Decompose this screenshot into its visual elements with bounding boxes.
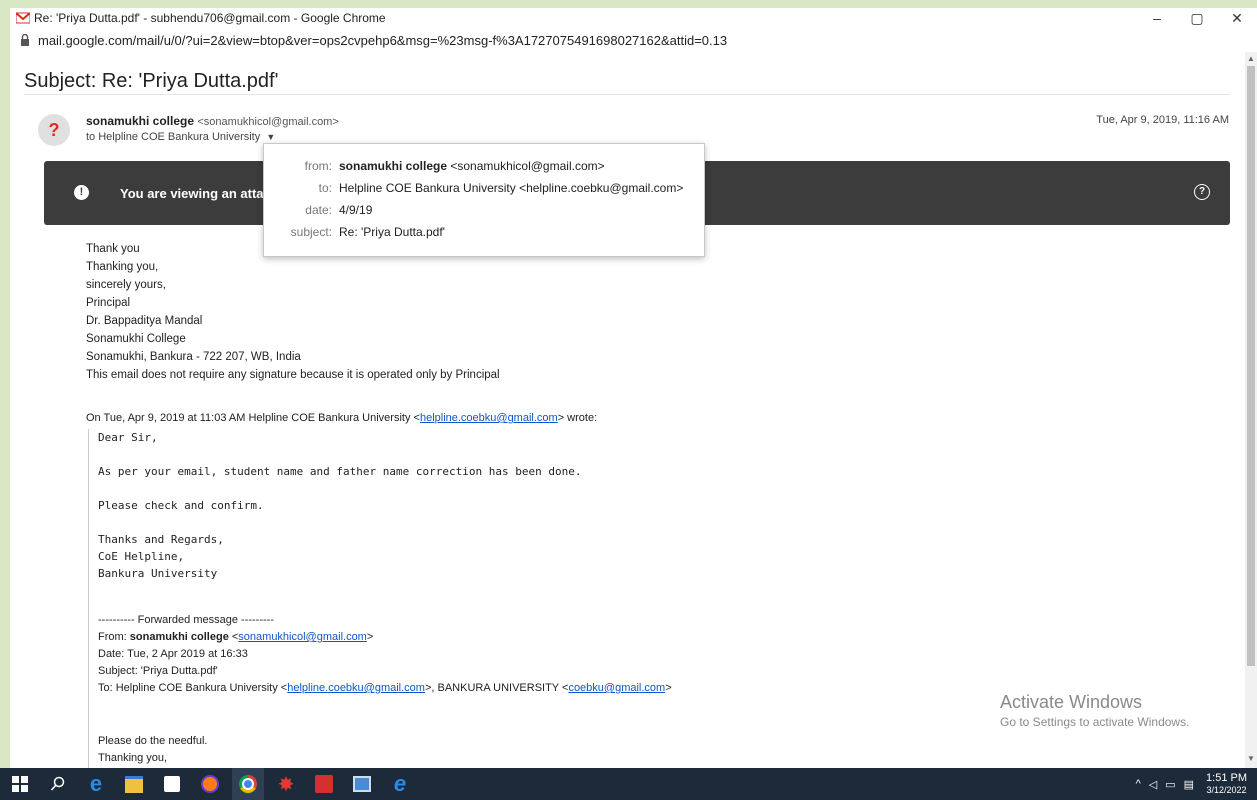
network-icon[interactable]: ▭: [1165, 778, 1175, 791]
popup-subject-value: Re: 'Priya Dutta.pdf': [339, 225, 445, 239]
lock-icon: [21, 34, 29, 46]
vertical-scrollbar[interactable]: ▲ ▼: [1245, 52, 1257, 768]
quote-line: Please check and confirm.: [98, 499, 264, 512]
window-title: Re: 'Priya Dutta.pdf' - subhendu706@gmai…: [34, 11, 386, 25]
forwarded-subject: Subject: 'Priya Dutta.pdf': [98, 665, 218, 677]
chrome-icon[interactable]: [232, 768, 264, 800]
popup-date-label: date:: [305, 203, 332, 217]
recipient-text: to Helpline COE Bankura University: [86, 131, 261, 143]
email-body: Thank you Thanking you, sincerely yours,…: [86, 240, 500, 384]
popup-to-value: Helpline COE Bankura University <helplin…: [339, 181, 684, 195]
scroll-up-icon[interactable]: ▲: [1245, 54, 1257, 66]
firefox-icon[interactable]: [194, 768, 226, 800]
gmail-icon: [16, 12, 30, 24]
maximize-button[interactable]: ▢: [1177, 8, 1217, 28]
quote-sign: Thanks and Regards,: [98, 533, 224, 546]
body-line: Sonamukhi College: [86, 333, 186, 345]
body-line: Thanking you,: [86, 261, 159, 273]
quote-header: On Tue, Apr 9, 2019 at 11:03 AM Helpline…: [86, 412, 598, 424]
acrobat-icon[interactable]: [308, 768, 340, 800]
search-icon[interactable]: [42, 768, 74, 800]
forwarded-date: Date: Tue, 2 Apr 2019 at 16:33: [98, 648, 248, 660]
recipient-toggle[interactable]: to Helpline COE Bankura University ▼: [86, 131, 275, 143]
sender-details-popup: from: sonamukhi college <sonamukhicol@gm…: [263, 143, 705, 257]
url-text[interactable]: mail.google.com/mail/u/0/?ui=2&view=btop…: [38, 33, 727, 48]
speaker-icon[interactable]: ◁: [1149, 778, 1157, 791]
app-window-icon[interactable]: [346, 768, 378, 800]
email-date: Tue, Apr 9, 2019, 11:16 AM: [1096, 114, 1229, 126]
subject-divider: [24, 94, 1230, 95]
forwarded-from-link[interactable]: sonamukhicol@gmail.com: [238, 631, 367, 643]
address-bar[interactable]: mail.google.com/mail/u/0/?ui=2&view=btop…: [10, 28, 1257, 53]
chevron-up-icon[interactable]: ^: [1136, 778, 1141, 790]
quote-sign: CoE Helpline,: [98, 550, 185, 563]
chevron-down-icon[interactable]: ▼: [266, 132, 275, 142]
minimize-button[interactable]: –: [1137, 8, 1177, 28]
body-line: Sonamukhi, Bankura - 722 207, WB, India: [86, 351, 301, 363]
app-starburst-icon[interactable]: ✸: [270, 768, 302, 800]
sender-avatar: ?: [38, 114, 70, 146]
sender-name: sonamukhi college: [86, 114, 195, 128]
clock[interactable]: 1:51 PM 3/12/2022: [1206, 772, 1247, 796]
windows-taskbar: e ✸ e ^ ◁ ▭ ▤ 1:51 PM 3/12/2022: [0, 768, 1257, 800]
email-subject: Subject: Re: 'Priya Dutta.pdf': [24, 70, 279, 92]
quote-email-link[interactable]: helpline.coebku@gmail.com: [420, 412, 558, 424]
internet-explorer-icon[interactable]: e: [384, 768, 416, 800]
store-icon[interactable]: [156, 768, 188, 800]
body-line: Principal: [86, 297, 131, 309]
popup-subject-label: subject:: [290, 225, 332, 239]
body-line: This email does not require any signatur…: [86, 369, 500, 381]
email-view: Subject: Re: 'Priya Dutta.pdf' ? sonamuk…: [10, 52, 1245, 768]
popup-date-value: 4/9/19: [339, 203, 373, 217]
alert-icon: !: [74, 185, 89, 200]
forwarded-to-link-2[interactable]: coebku@gmail.com: [568, 682, 665, 694]
quote-sign: Bankura University: [98, 567, 218, 580]
forwarded-tail: Thanking you,: [98, 752, 168, 764]
system-tray: ^ ◁ ▭ ▤ 1:51 PM 3/12/2022: [1136, 768, 1247, 800]
window-titlebar: Re: 'Priya Dutta.pdf' - subhendu706@gmai…: [10, 8, 1257, 28]
edge-legacy-icon[interactable]: e: [80, 768, 112, 800]
body-line: sincerely yours,: [86, 279, 166, 291]
start-windows-icon[interactable]: [4, 768, 36, 800]
help-icon[interactable]: ?: [1194, 184, 1210, 200]
forwarded-tail: Please do the needful.: [98, 735, 208, 747]
close-button[interactable]: ✕: [1217, 8, 1257, 28]
forwarded-to-link-1[interactable]: helpline.coebku@gmail.com: [287, 682, 425, 694]
sender-email: <sonamukhicol@gmail.com>: [197, 116, 339, 128]
body-line: Dr. Bappaditya Mandal: [86, 315, 203, 327]
popup-to-label: to:: [318, 181, 332, 195]
forwarded-from: From: sonamukhi college <sonamukhicol@gm…: [98, 631, 374, 643]
clock-time: 1:51 PM: [1206, 772, 1247, 784]
sender-line: sonamukhi college <sonamukhicol@gmail.co…: [86, 114, 339, 128]
file-explorer-icon[interactable]: [118, 768, 150, 800]
notification-icon[interactable]: ▤: [1184, 778, 1194, 791]
activate-windows-watermark: Activate Windows Go to Settings to activ…: [1000, 692, 1190, 729]
banner-text: You are viewing an attac: [120, 186, 271, 201]
popup-from-value: sonamukhi college <sonamukhicol@gmail.co…: [339, 159, 605, 173]
quote-greeting: Dear Sir,: [98, 431, 158, 444]
popup-from-label: from:: [304, 159, 332, 173]
scroll-down-icon[interactable]: ▼: [1245, 754, 1257, 766]
forwarded-header: ---------- Forwarded message ---------: [98, 614, 274, 626]
quote-line: As per your email, student name and fath…: [98, 465, 582, 478]
scrollbar-thumb[interactable]: [1247, 66, 1255, 666]
clock-date: 3/12/2022: [1206, 785, 1247, 795]
